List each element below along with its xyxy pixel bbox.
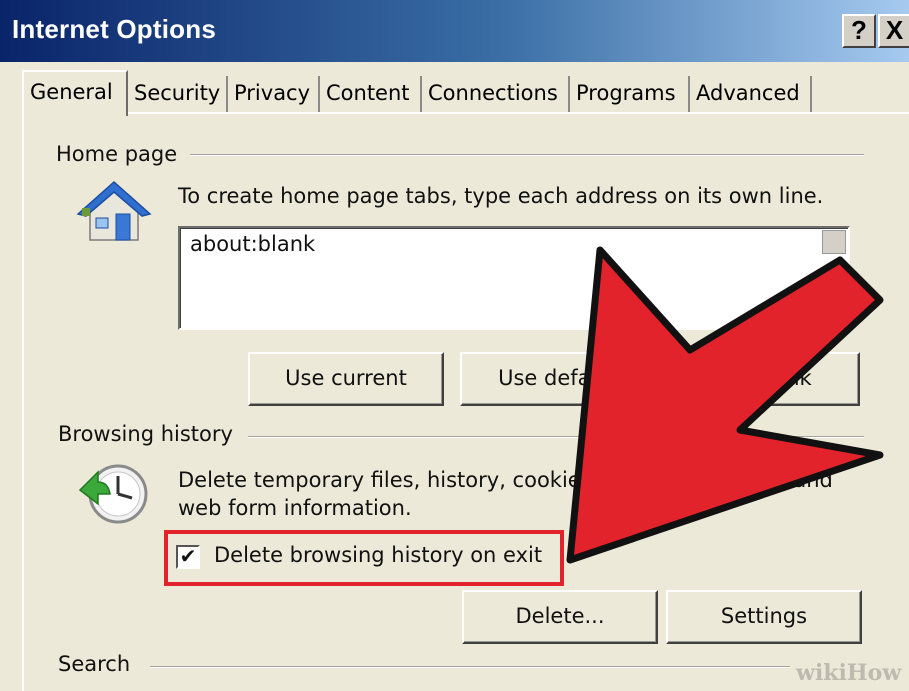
tab-content[interactable]: Content [320, 76, 422, 112]
delete-button[interactable]: Delete... [462, 590, 658, 644]
history-clock-icon [78, 464, 148, 524]
help-button[interactable]: ? [842, 14, 876, 48]
browsing-history-divider [248, 436, 864, 438]
house-icon [76, 180, 152, 241]
close-button[interactable]: X [878, 14, 909, 48]
tab-connections[interactable]: Connections [422, 76, 570, 112]
tab-privacy[interactable]: Privacy [228, 76, 320, 112]
wikihow-watermark: wikiHow [796, 660, 902, 686]
browsing-history-heading: Browsing history [58, 422, 245, 446]
home-page-heading: Home page [56, 142, 190, 166]
title-bar: Internet Options ? X [0, 0, 909, 62]
delete-on-exit-checkbox[interactable]: ✔ [176, 545, 200, 569]
home-page-address-input[interactable]: about:blank [178, 226, 850, 330]
home-page-description: To create home page tabs, type each addr… [178, 184, 824, 208]
tab-advanced[interactable]: Advanced [690, 76, 812, 112]
settings-button[interactable]: Settings [666, 590, 862, 644]
search-divider [150, 666, 790, 668]
tab-security[interactable]: Security [128, 76, 228, 112]
use-current-button[interactable]: Use current [248, 352, 444, 406]
search-heading: Search [58, 652, 143, 676]
browsing-history-description-line1-end: , and [780, 468, 833, 492]
home-page-address-value: about:blank [190, 232, 316, 256]
browsing-history-description-line1: Delete temporary files, history, cookies… [178, 468, 599, 492]
tab-programs[interactable]: Programs [570, 76, 690, 112]
browsing-history-description-line2: web form information. [178, 496, 412, 520]
tab-strip: General Security Privacy Content Connect… [0, 62, 909, 116]
use-blank-button[interactable]: nk [668, 352, 860, 406]
home-page-divider [190, 154, 864, 156]
tab-general[interactable]: General [22, 70, 128, 116]
window-title: Internet Options [12, 14, 216, 44]
delete-on-exit-label[interactable]: Delete browsing history on exit [214, 543, 542, 567]
use-default-button[interactable]: Use default [460, 352, 656, 406]
scrollbar-up-button[interactable] [822, 230, 846, 254]
